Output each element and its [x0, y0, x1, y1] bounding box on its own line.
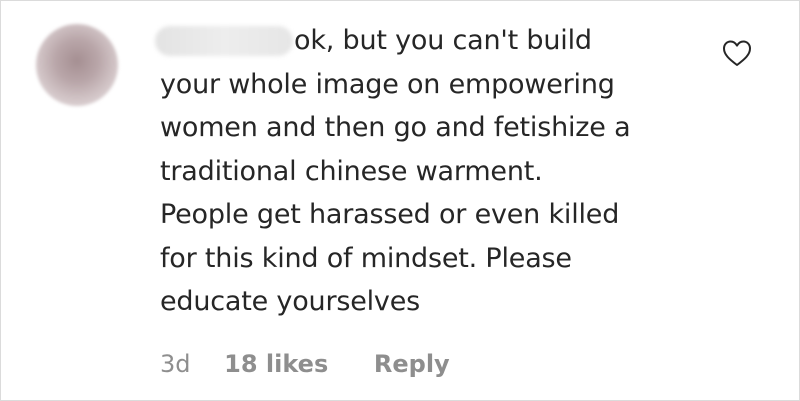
heart-icon[interactable]: [721, 38, 753, 68]
likes-count[interactable]: 18 likes: [224, 350, 328, 378]
comment-meta: 3d 18 likes Reply: [160, 350, 450, 378]
comment-line: ok, but you can't build: [294, 25, 592, 56]
comment-line: traditional chinese warment.: [160, 155, 543, 187]
comment-line: educate yourselves: [160, 286, 420, 317]
comment-line: your whole image on empowering: [160, 68, 615, 100]
reply-button[interactable]: Reply: [374, 350, 450, 378]
comment-text: ok, but you can't build your whole image…: [160, 19, 720, 324]
comment-line: for this kind of mindset. Please: [160, 242, 572, 274]
comment-timestamp[interactable]: 3d: [160, 350, 191, 378]
comment-line: women and then go and fetishize a: [160, 112, 631, 143]
comment-line: People get harassed or even killed: [160, 199, 620, 230]
avatar[interactable]: [36, 24, 118, 106]
comment-item: ok, but you can't build your whole image…: [0, 0, 800, 401]
